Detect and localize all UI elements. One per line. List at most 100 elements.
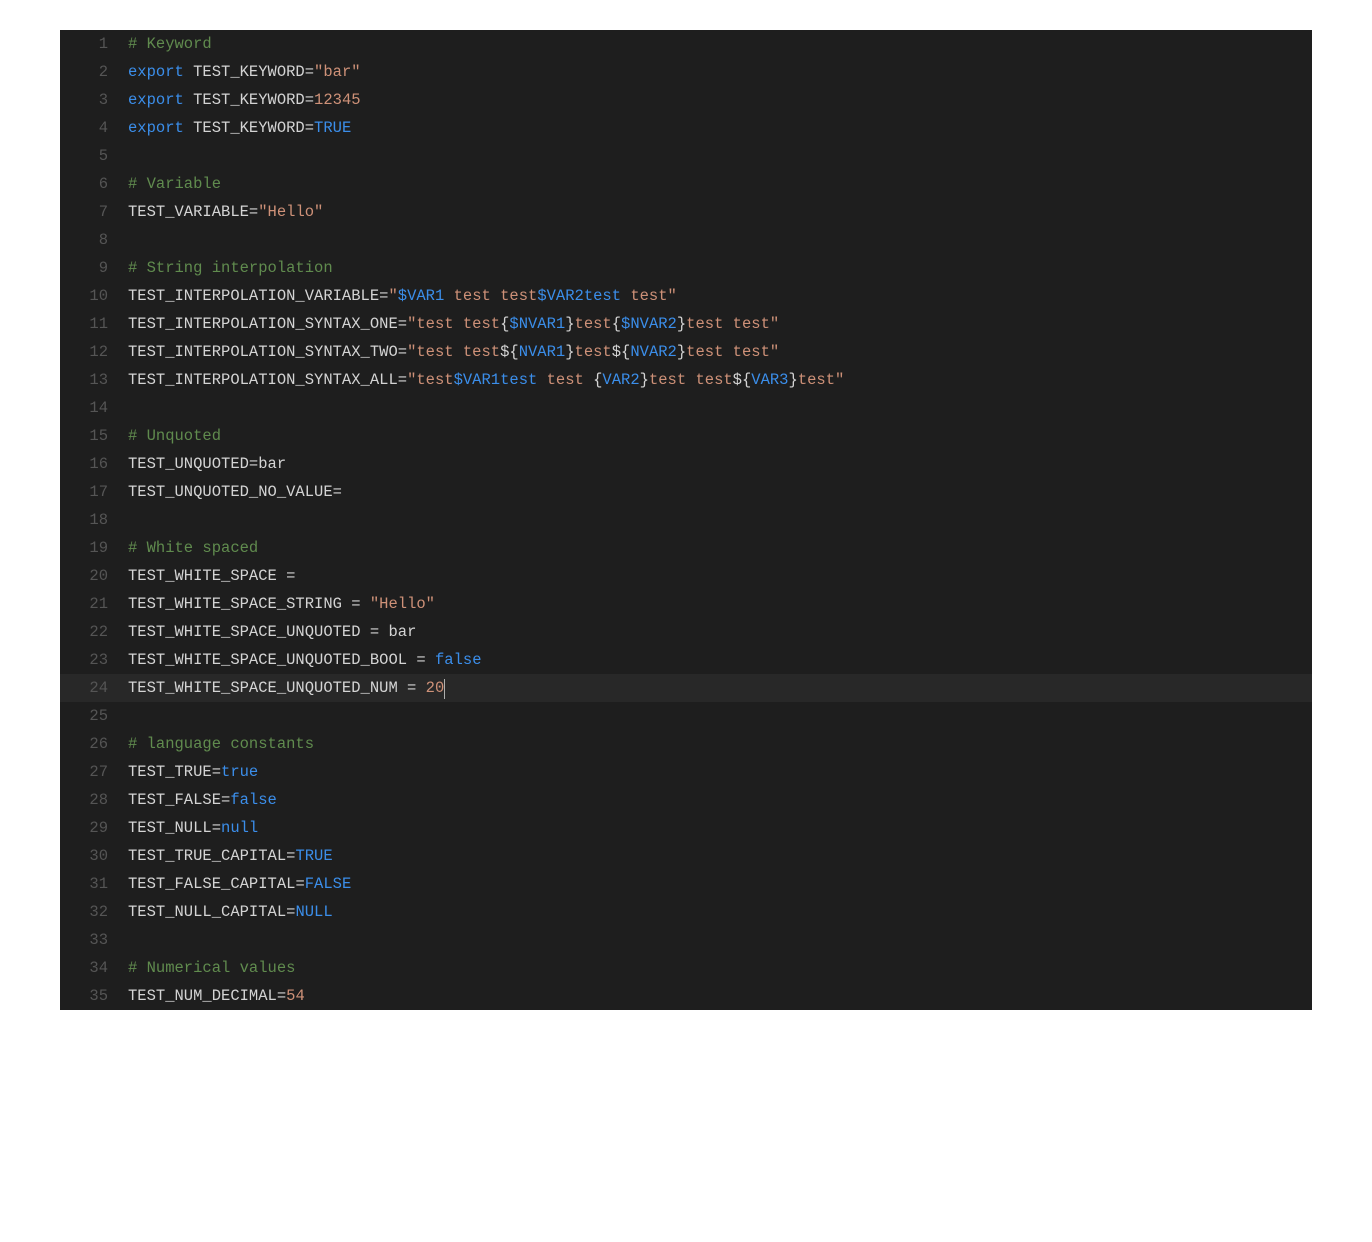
token-comment: # Numerical values bbox=[128, 959, 295, 977]
token-number: 54 bbox=[286, 987, 305, 1005]
code-content[interactable]: # String interpolation bbox=[128, 254, 1312, 282]
token-number: 12345 bbox=[314, 91, 361, 109]
line-number: 27 bbox=[60, 758, 128, 786]
code-line[interactable]: 25 bbox=[60, 702, 1312, 730]
token-bool: FALSE bbox=[305, 875, 352, 893]
token-equals: = bbox=[416, 651, 425, 669]
code-line[interactable]: 32TEST_NULL_CAPITAL=NULL bbox=[60, 898, 1312, 926]
code-content[interactable]: TEST_INTERPOLATION_VARIABLE="$VAR1 test … bbox=[128, 282, 1312, 310]
token-plain: } bbox=[677, 343, 686, 361]
token-plain: TEST_TRUE_CAPITAL bbox=[128, 847, 286, 865]
code-content[interactable]: # Variable bbox=[128, 170, 1312, 198]
code-content[interactable] bbox=[128, 926, 1312, 954]
token-plain: TEST_UNQUOTED bbox=[128, 455, 249, 473]
code-content[interactable] bbox=[128, 506, 1312, 534]
token-plain: TEST_KEYWORD bbox=[184, 91, 305, 109]
code-content[interactable]: TEST_WHITE_SPACE_STRING = "Hello" bbox=[128, 590, 1312, 618]
code-line[interactable]: 16TEST_UNQUOTED=bar bbox=[60, 450, 1312, 478]
code-line[interactable]: 21TEST_WHITE_SPACE_STRING = "Hello" bbox=[60, 590, 1312, 618]
code-line[interactable]: 9# String interpolation bbox=[60, 254, 1312, 282]
code-line[interactable]: 28TEST_FALSE=false bbox=[60, 786, 1312, 814]
code-content[interactable]: export TEST_KEYWORD=12345 bbox=[128, 86, 1312, 114]
code-content[interactable]: # language constants bbox=[128, 730, 1312, 758]
code-line[interactable]: 6# Variable bbox=[60, 170, 1312, 198]
code-line[interactable]: 14 bbox=[60, 394, 1312, 422]
code-content[interactable] bbox=[128, 702, 1312, 730]
code-line[interactable]: 19# White spaced bbox=[60, 534, 1312, 562]
code-line[interactable]: 4export TEST_KEYWORD=TRUE bbox=[60, 114, 1312, 142]
token-plain: } bbox=[565, 315, 574, 333]
code-content[interactable]: export TEST_KEYWORD="bar" bbox=[128, 58, 1312, 86]
code-content[interactable]: TEST_FALSE=false bbox=[128, 786, 1312, 814]
code-line[interactable]: 22TEST_WHITE_SPACE_UNQUOTED = bar bbox=[60, 618, 1312, 646]
code-content[interactable]: TEST_WHITE_SPACE_UNQUOTED_NUM = 20 bbox=[128, 674, 1312, 702]
code-content[interactable]: TEST_TRUE=true bbox=[128, 758, 1312, 786]
code-content[interactable]: TEST_FALSE_CAPITAL=FALSE bbox=[128, 870, 1312, 898]
code-line[interactable]: 2export TEST_KEYWORD="bar" bbox=[60, 58, 1312, 86]
code-content[interactable]: # Numerical values bbox=[128, 954, 1312, 982]
code-content[interactable] bbox=[128, 142, 1312, 170]
code-content[interactable]: # White spaced bbox=[128, 534, 1312, 562]
code-line[interactable]: 31TEST_FALSE_CAPITAL=FALSE bbox=[60, 870, 1312, 898]
code-line[interactable]: 5 bbox=[60, 142, 1312, 170]
token-null: NULL bbox=[295, 903, 332, 921]
token-plain: TEST_KEYWORD bbox=[184, 63, 305, 81]
code-line[interactable]: 33 bbox=[60, 926, 1312, 954]
code-content[interactable]: TEST_NULL=null bbox=[128, 814, 1312, 842]
line-number: 29 bbox=[60, 814, 128, 842]
code-content[interactable]: TEST_NUM_DECIMAL=54 bbox=[128, 982, 1312, 1010]
token-string: test test" bbox=[686, 315, 779, 333]
code-content[interactable]: TEST_WHITE_SPACE_UNQUOTED = bar bbox=[128, 618, 1312, 646]
code-line[interactable]: 23TEST_WHITE_SPACE_UNQUOTED_BOOL = false bbox=[60, 646, 1312, 674]
token-plain: { bbox=[500, 315, 509, 333]
code-line[interactable]: 24TEST_WHITE_SPACE_UNQUOTED_NUM = 20 bbox=[60, 674, 1312, 702]
code-line[interactable]: 34# Numerical values bbox=[60, 954, 1312, 982]
code-line[interactable]: 20TEST_WHITE_SPACE = bbox=[60, 562, 1312, 590]
code-line[interactable]: 11TEST_INTERPOLATION_SYNTAX_ONE="test te… bbox=[60, 310, 1312, 338]
code-line[interactable]: 10TEST_INTERPOLATION_VARIABLE="$VAR1 tes… bbox=[60, 282, 1312, 310]
code-line[interactable]: 18 bbox=[60, 506, 1312, 534]
code-content[interactable]: TEST_INTERPOLATION_SYNTAX_ONE="test test… bbox=[128, 310, 1312, 338]
token-plain: TEST_FALSE_CAPITAL bbox=[128, 875, 295, 893]
code-content[interactable] bbox=[128, 226, 1312, 254]
code-line[interactable]: 27TEST_TRUE=true bbox=[60, 758, 1312, 786]
token-plain: TEST_INTERPOLATION_SYNTAX_TWO bbox=[128, 343, 398, 361]
token-var: $VAR2test bbox=[537, 287, 621, 305]
code-line[interactable]: 29TEST_NULL=null bbox=[60, 814, 1312, 842]
code-line[interactable]: 26# language constants bbox=[60, 730, 1312, 758]
code-line[interactable]: 15# Unquoted bbox=[60, 422, 1312, 450]
code-editor[interactable]: 1# Keyword2export TEST_KEYWORD="bar"3exp… bbox=[60, 30, 1312, 1010]
code-line[interactable]: 12TEST_INTERPOLATION_SYNTAX_TWO="test te… bbox=[60, 338, 1312, 366]
token-plain: TEST_WHITE_SPACE_UNQUOTED bbox=[128, 623, 370, 641]
code-line[interactable]: 1# Keyword bbox=[60, 30, 1312, 58]
token-plain: TEST_VARIABLE bbox=[128, 203, 249, 221]
code-line[interactable]: 30TEST_TRUE_CAPITAL=TRUE bbox=[60, 842, 1312, 870]
code-content[interactable]: TEST_WHITE_SPACE_UNQUOTED_BOOL = false bbox=[128, 646, 1312, 674]
code-content[interactable]: TEST_INTERPOLATION_SYNTAX_TWO="test test… bbox=[128, 338, 1312, 366]
line-number: 18 bbox=[60, 506, 128, 534]
code-content[interactable]: # Keyword bbox=[128, 30, 1312, 58]
token-plain: TEST_NULL bbox=[128, 819, 212, 837]
code-line[interactable]: 35TEST_NUM_DECIMAL=54 bbox=[60, 982, 1312, 1010]
token-plain bbox=[361, 595, 370, 613]
token-comment: # Unquoted bbox=[128, 427, 221, 445]
code-content[interactable]: TEST_WHITE_SPACE = bbox=[128, 562, 1312, 590]
code-line[interactable]: 17TEST_UNQUOTED_NO_VALUE= bbox=[60, 478, 1312, 506]
code-content[interactable]: TEST_UNQUOTED_NO_VALUE= bbox=[128, 478, 1312, 506]
code-line[interactable]: 13TEST_INTERPOLATION_SYNTAX_ALL="test$VA… bbox=[60, 366, 1312, 394]
code-line[interactable]: 7TEST_VARIABLE="Hello" bbox=[60, 198, 1312, 226]
code-content[interactable]: TEST_TRUE_CAPITAL=TRUE bbox=[128, 842, 1312, 870]
code-content[interactable]: TEST_UNQUOTED=bar bbox=[128, 450, 1312, 478]
code-content[interactable]: TEST_VARIABLE="Hello" bbox=[128, 198, 1312, 226]
code-content[interactable]: TEST_NULL_CAPITAL=NULL bbox=[128, 898, 1312, 926]
token-var: VAR2 bbox=[602, 371, 639, 389]
token-comment: # language constants bbox=[128, 735, 314, 753]
token-string: " bbox=[388, 287, 397, 305]
code-line[interactable]: 8 bbox=[60, 226, 1312, 254]
code-line[interactable]: 3export TEST_KEYWORD=12345 bbox=[60, 86, 1312, 114]
code-content[interactable] bbox=[128, 394, 1312, 422]
token-plain: TEST_NULL_CAPITAL bbox=[128, 903, 286, 921]
code-content[interactable]: export TEST_KEYWORD=TRUE bbox=[128, 114, 1312, 142]
code-content[interactable]: # Unquoted bbox=[128, 422, 1312, 450]
code-content[interactable]: TEST_INTERPOLATION_SYNTAX_ALL="test$VAR1… bbox=[128, 366, 1312, 394]
